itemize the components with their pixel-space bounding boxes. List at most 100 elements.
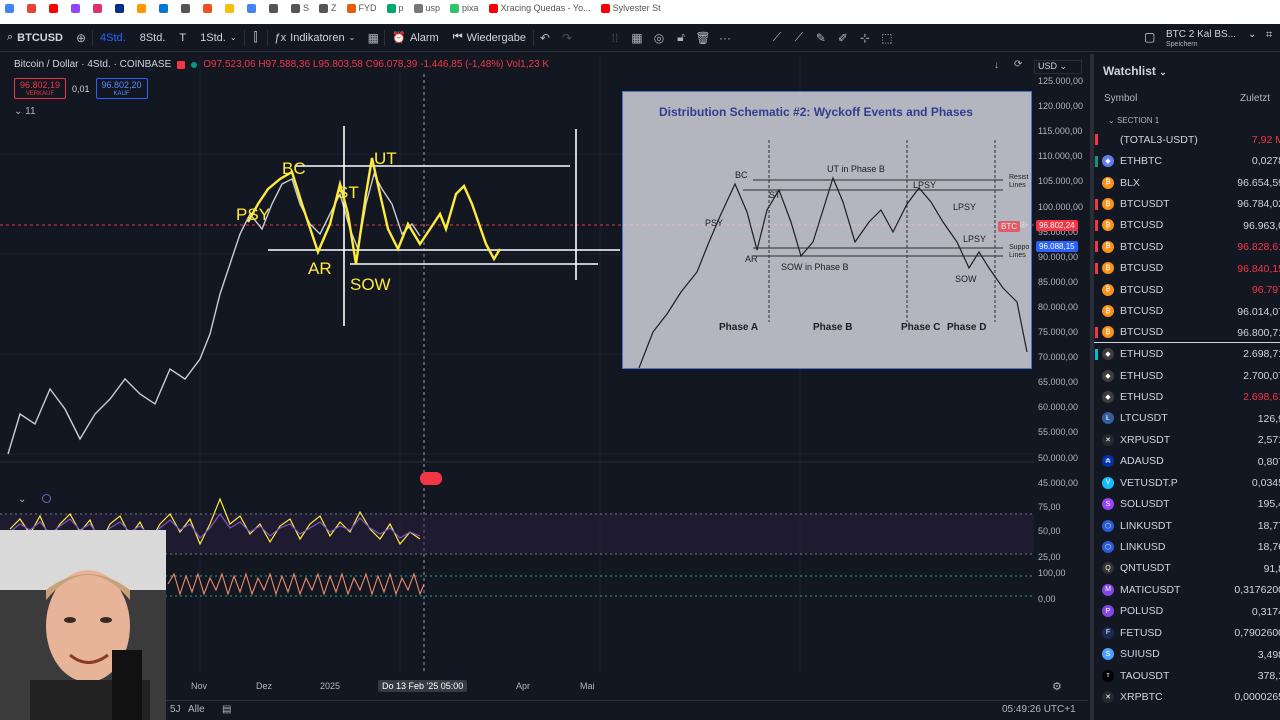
watchlist-row[interactable]: ₿ BTCUSD 96.800,71 [1094, 322, 1280, 344]
symbol-search[interactable]: ⌕ BTCUSD [0, 24, 70, 52]
flag-marker[interactable] [1095, 306, 1098, 317]
flag-marker[interactable] [1095, 649, 1098, 660]
watchlist-row[interactable]: ₿ BTCUSD 96.828,61 [1094, 236, 1280, 257]
range-5y[interactable]: 5J [170, 704, 181, 715]
watchlist-row[interactable]: ✕ XRPUSDT 2,571 [1094, 429, 1280, 450]
bookmark-item[interactable] [264, 3, 286, 13]
brush-icon[interactable]: ✎ [810, 27, 832, 49]
bookmark-item[interactable] [198, 3, 220, 13]
column-symbol[interactable]: Symbol [1104, 93, 1137, 104]
watchlist-row[interactable]: S SOLUSDT 195,4 [1094, 493, 1280, 514]
watchlist-row[interactable]: ₿ BTCUSD 96.840,15 [1094, 258, 1280, 279]
flag-marker[interactable] [1095, 391, 1098, 402]
window-maximize-icon[interactable]: ⌗ [1266, 29, 1272, 42]
bookmark-item[interactable]: usp [409, 3, 446, 13]
flag-marker[interactable] [1095, 413, 1098, 424]
flag-marker[interactable] [1095, 542, 1098, 553]
watchlist-row[interactable]: ⬡ LINKUSDT 18,77 [1094, 515, 1280, 536]
wyckoff-schematic-image[interactable]: Distribution Schematic #2: Wyckoff Event… [622, 91, 1032, 369]
watchlist-row[interactable]: Ł LTCUSDT 126,9 [1094, 408, 1280, 429]
arrow-down-icon[interactable]: ↓ [994, 60, 999, 71]
layout-name[interactable]: BTC 2 Kal BS... [1166, 29, 1236, 40]
watchlist-row[interactable]: S SUIUSD 3,498 [1094, 644, 1280, 665]
clock-time[interactable]: 05:49:26 UTC+1 [1002, 704, 1076, 715]
bookmark-item[interactable] [44, 3, 66, 13]
watchlist-row[interactable]: ◆ ETHUSD 2.698,61 [1094, 386, 1280, 407]
replay-button[interactable]: ⏮ Wiedergabe [446, 24, 533, 52]
bookmark-item[interactable]: Xracing Quedas - Yo... [484, 3, 596, 13]
flag-marker[interactable] [1095, 606, 1098, 617]
compare-plus-icon[interactable]: ⊕ [70, 27, 92, 49]
bookmark-item[interactable]: pixa [445, 3, 484, 13]
watchlist-row[interactable]: ◆ ETHUSD 2.698,71 [1094, 343, 1280, 364]
bookmark-item[interactable] [110, 3, 132, 13]
bookmark-item[interactable] [220, 3, 242, 13]
trash-icon[interactable]: 🗑︎ [692, 27, 714, 49]
pen-icon[interactable]: ✐ [832, 27, 854, 49]
flag-events-icon[interactable] [420, 472, 442, 485]
watchlist-row[interactable]: ⬡ LINKUSD 18,76 [1094, 536, 1280, 557]
flag-marker[interactable] [1095, 241, 1098, 253]
alarm-button[interactable]: ⏰ Alarm [385, 24, 445, 52]
watchlist-row[interactable]: M MATICUSDT 0,3176200 [1094, 579, 1280, 600]
watchlist-row[interactable]: ₿ BTCUSD 96.797 [1094, 279, 1280, 300]
watchlist-row[interactable]: Q QNTUSDT 91,8 [1094, 558, 1280, 579]
indicator-collapse[interactable]: ⌄ 11 [14, 106, 36, 117]
indicator-icon[interactable] [42, 494, 51, 503]
chart-title[interactable]: Bitcoin / Dollar · 4Std. · COINBASE [14, 59, 171, 70]
flag-marker[interactable] [1095, 219, 1098, 231]
flag-marker[interactable] [1095, 284, 1098, 295]
watchlist-row[interactable]: τ TAOUSDT 378,1 [1094, 665, 1280, 686]
flag-marker[interactable] [1095, 627, 1098, 638]
redo-icon[interactable]: ↷ [556, 27, 578, 49]
chevron-down-icon[interactable]: ⌄ [1248, 29, 1256, 40]
flag-marker[interactable] [1095, 456, 1098, 467]
interval-1h[interactable]: 1Std. ⌄ [193, 24, 243, 52]
bookmark-item[interactable] [66, 3, 88, 13]
interval-8h[interactable]: 8Std. [133, 24, 173, 52]
buy-button[interactable]: 96.802,20 KAUF [95, 78, 148, 99]
watchlist-row[interactable]: P POLUSD 0,3174 [1094, 601, 1280, 622]
watchlist-row[interactable]: ✕ XRPBTC 0,0000265 [1094, 686, 1280, 707]
flag-marker[interactable] [1095, 520, 1098, 531]
window-icon[interactable]: ▢ [1144, 30, 1155, 44]
watchlist-row[interactable]: ₿ BLX 96.654,59 [1094, 172, 1280, 193]
group-icon[interactable]: ⁞⁞ [604, 27, 626, 49]
bookmark-item[interactable]: Z [314, 3, 342, 13]
settings-gear-icon[interactable]: ⚙ [1052, 680, 1062, 693]
templates-icon[interactable]: ▦ [362, 27, 384, 49]
bookmark-item[interactable] [22, 3, 44, 13]
indicator-toggle[interactable]: ⌄ [18, 494, 26, 505]
more-icon[interactable]: ··· [714, 27, 736, 49]
sell-button[interactable]: 96.802,19 VERKAUF [14, 78, 66, 99]
watchlist-title[interactable]: Watchlist ⌄ [1103, 64, 1167, 78]
lock-icon[interactable]: 🔓︎ [670, 27, 692, 49]
watchlist-row[interactable]: F FETUSD 0,7902600 [1094, 622, 1280, 643]
grid-icon[interactable]: ▦ [626, 27, 648, 49]
column-last[interactable]: Zuletzt [1240, 93, 1270, 104]
bookmark-item[interactable]: S [286, 3, 314, 13]
bookmark-item[interactable] [154, 3, 176, 13]
section-header[interactable]: ⌄ SECTION 1 [1108, 116, 1159, 125]
flag-marker[interactable] [1095, 134, 1098, 146]
rectangle-icon[interactable]: ⬚ [876, 27, 898, 49]
flag-marker[interactable] [1095, 198, 1098, 210]
flag-marker[interactable] [1095, 477, 1098, 488]
flag-marker[interactable] [1095, 692, 1098, 703]
watchlist-row[interactable]: ◆ ETHBTC 0,0278 [1094, 150, 1280, 171]
candle-style-icon[interactable]: ⫿ [245, 27, 267, 49]
flag-marker[interactable] [1095, 434, 1098, 445]
add-alert-plus-icon[interactable]: ⊕ [1019, 220, 1027, 231]
refresh-icon[interactable]: ⟳ [1014, 59, 1022, 70]
undo-icon[interactable]: ↶ [534, 27, 556, 49]
flag-marker[interactable] [1095, 348, 1098, 360]
watchlist-row[interactable]: ₳ ADAUSD 0,807 [1094, 451, 1280, 472]
interval-4h[interactable]: 4Std. [93, 24, 133, 52]
watchlist-row[interactable]: (TOTAL3-USDT) 7,92 M [1094, 129, 1280, 150]
watchlist-row[interactable]: ₿ BTCUSD 96.963,0 [1094, 215, 1280, 236]
flag-marker[interactable] [1095, 326, 1098, 338]
watchlist-row[interactable]: ◆ ETHUSD 2.700,07 [1094, 365, 1280, 386]
ray-icon[interactable]: ⟋ [788, 27, 810, 49]
flag-marker[interactable] [1095, 499, 1098, 510]
flag-marker[interactable] [1095, 177, 1098, 188]
